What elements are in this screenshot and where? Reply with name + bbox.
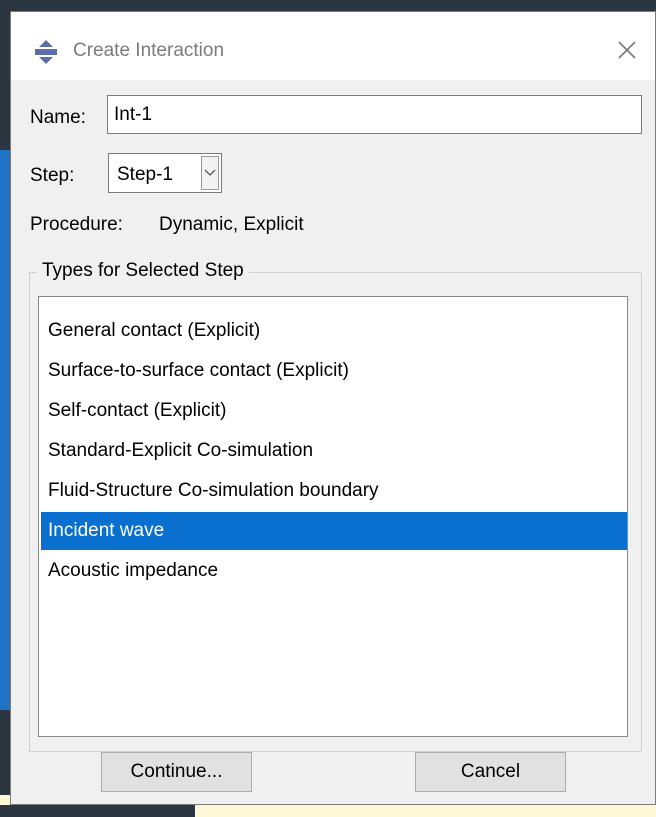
name-label: Name: bbox=[30, 107, 86, 128]
abaqus-interaction-icon bbox=[35, 40, 57, 64]
procedure-label: Procedure: bbox=[30, 214, 123, 235]
continue-button[interactable]: Continue... bbox=[101, 752, 252, 792]
types-group-label: Types for Selected Step bbox=[37, 260, 249, 282]
title-bar[interactable]: Create Interaction bbox=[11, 12, 655, 80]
step-dropdown-toggle[interactable] bbox=[201, 156, 219, 190]
list-item[interactable]: Surface-to-surface contact (Explicit) bbox=[41, 352, 627, 390]
list-item[interactable]: Self-contact (Explicit) bbox=[41, 392, 627, 430]
background-window-corner bbox=[0, 805, 195, 817]
step-label: Step: bbox=[30, 165, 75, 186]
procedure-value: Dynamic, Explicit bbox=[159, 214, 304, 235]
create-interaction-dialog: Create Interaction Name: Step: Step-1 Pr… bbox=[10, 11, 656, 805]
step-select-value: Step-1 bbox=[117, 164, 173, 185]
list-item[interactable]: Acoustic impedance bbox=[41, 552, 627, 590]
dialog-title: Create Interaction bbox=[73, 40, 225, 61]
close-icon bbox=[618, 41, 636, 59]
close-button[interactable] bbox=[595, 12, 655, 80]
name-field[interactable] bbox=[107, 95, 642, 134]
list-item[interactable]: Incident wave bbox=[41, 512, 627, 550]
step-select[interactable]: Step-1 bbox=[108, 153, 222, 193]
cancel-button[interactable]: Cancel bbox=[415, 752, 566, 792]
types-list[interactable]: General contact (Explicit) Surface-to-sur… bbox=[38, 296, 628, 737]
list-item[interactable]: General contact (Explicit) bbox=[41, 312, 627, 350]
chevron-down-icon bbox=[204, 169, 216, 176]
list-item[interactable]: Fluid-Structure Co-simulation boundary bbox=[41, 472, 627, 510]
list-item[interactable]: Standard-Explicit Co-simulation bbox=[41, 432, 627, 470]
